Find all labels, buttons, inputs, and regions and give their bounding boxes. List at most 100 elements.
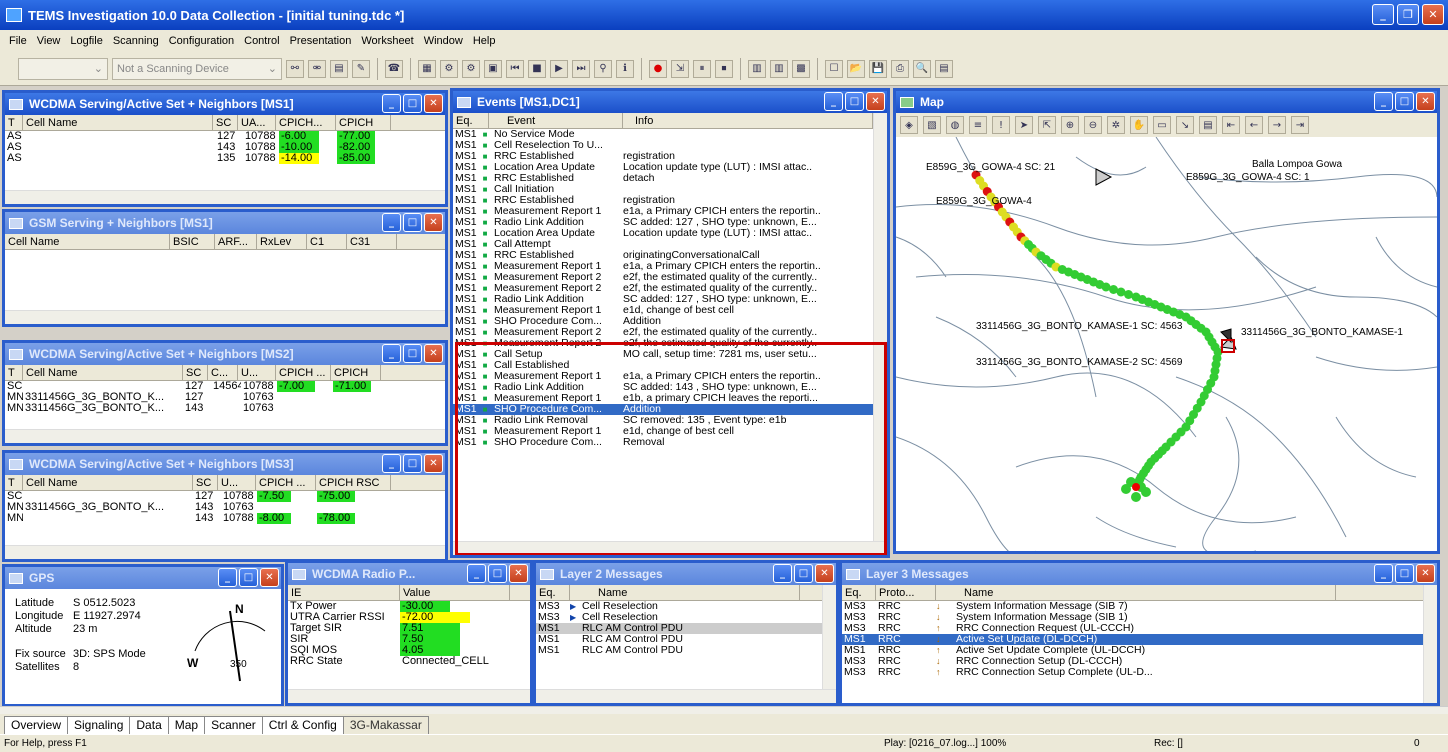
legend-icon[interactable]: ! [992, 116, 1010, 134]
table-row[interactable]: SC 127 14564 10788 -7.00 -71.00 [5, 381, 445, 392]
vertical-scrollbar[interactable] [822, 585, 836, 703]
table-row[interactable]: AS 127 10788 -6.00 -77.00 [5, 131, 445, 142]
new-icon[interactable]: ☐ [825, 59, 843, 78]
minimize-button[interactable]: _ [1372, 4, 1394, 25]
table-row[interactable]: UTRA Carrier RSSI -72.00 [288, 612, 530, 623]
column-header[interactable]: CPICH ... [256, 474, 316, 491]
event-row[interactable]: MS1 ■ RRC Established detach [453, 173, 887, 184]
column-header[interactable]: ARF... [215, 233, 257, 250]
event-row[interactable]: MS1 ■ Radio Link Addition SC added: 127 , S… [453, 217, 887, 228]
stop-icon[interactable]: ⚙ [462, 59, 480, 78]
insert-filemark-icon[interactable]: ⇲ [671, 59, 689, 78]
save-icon[interactable]: 💾 [869, 59, 887, 78]
vertical-scrollbar[interactable] [1423, 585, 1437, 703]
stop-play-icon[interactable]: ■ [528, 59, 546, 78]
print-icon[interactable]: ⎙ [891, 59, 909, 78]
event-row[interactable]: MS1 ■ Measurement Report 2 e2f, the estimat… [453, 283, 887, 294]
forward-icon[interactable]: → [1268, 116, 1286, 134]
layout-icon[interactable]: ▥ [770, 59, 788, 78]
close-button[interactable]: ✕ [424, 94, 443, 113]
column-header[interactable]: C... [208, 364, 238, 381]
list-item[interactable]: MS1 RLC AM Control PDU [536, 634, 836, 645]
close-button[interactable]: ✕ [1422, 4, 1444, 25]
column-header[interactable]: SC [183, 364, 208, 381]
maximize-button[interactable]: □ [845, 92, 864, 111]
screenshot-icon[interactable]: ▩ [792, 59, 810, 78]
map-image-icon[interactable]: ▧ [923, 116, 941, 134]
workspace-icon[interactable]: ▤ [935, 59, 953, 78]
column-header[interactable]: Name [936, 584, 1336, 601]
minimize-button[interactable]: _ [218, 568, 237, 587]
pause-record-icon[interactable]: ⏸ [693, 59, 711, 78]
maximize-button[interactable]: □ [403, 344, 422, 363]
column-header[interactable]: Value [400, 584, 510, 601]
map-canvas[interactable]: E859G_3G_GOWA-4 SC: 21 Balla Lompoa Gowa… [896, 137, 1437, 551]
close-button[interactable]: ✕ [1416, 92, 1435, 111]
pointer-icon[interactable]: ➤ [1015, 116, 1033, 134]
layer-icon[interactable]: ◈ [900, 116, 918, 134]
horizontal-scrollbar[interactable] [5, 310, 445, 324]
table-row[interactable]: MN 3311456G_3G_BONTO_K... 143 10763 [5, 502, 445, 513]
column-header[interactable]: Eq. [453, 112, 489, 129]
minimize-button[interactable]: _ [382, 454, 401, 473]
first-icon[interactable]: ⇤ [1222, 116, 1240, 134]
tab-overview[interactable]: Overview [4, 716, 69, 734]
menu-configuration[interactable]: Configuration [164, 35, 239, 47]
rewind-icon[interactable]: ⏮ [506, 59, 524, 78]
workspace-scrollbar[interactable] [0, 706, 1448, 714]
column-header[interactable]: U... [238, 364, 276, 381]
stop-record-icon[interactable]: ⏹ [715, 59, 733, 78]
pan-icon[interactable]: ✋ [1130, 116, 1148, 134]
table-row[interactable]: MN 3311456G_3G_BONTO_K... 127 10763 [5, 392, 445, 403]
column-header[interactable]: SC [193, 474, 218, 491]
zoom-extent-icon[interactable]: ✲ [1107, 116, 1125, 134]
event-row[interactable]: MS1 ■ Measurement Report 2 e2f, the estimat… [453, 272, 887, 283]
column-header[interactable]: Proto... [876, 584, 936, 601]
close-button[interactable]: ✕ [424, 213, 443, 232]
maximize-button[interactable]: □ [403, 213, 422, 232]
maximize-button[interactable]: □ [1395, 564, 1414, 583]
table-row[interactable]: MN 3311456G_3G_BONTO_K... 143 10763 [5, 403, 445, 414]
list-item[interactable]: MS3 RRC ↑ RRC Connection Request (UL-CCCH) [842, 623, 1437, 634]
menu-presentation[interactable]: Presentation [285, 35, 357, 47]
tab-map[interactable]: Map [167, 716, 206, 734]
event-row[interactable]: MS1 ■ Call Attempt [453, 239, 887, 250]
theme-icon[interactable]: ≡ [969, 116, 987, 134]
list-item[interactable]: MS1 RLC AM Control PDU [536, 645, 836, 656]
column-header[interactable]: Eq. [536, 584, 570, 601]
event-row[interactable]: MS1 ■ Measurement Report 1 e1a, a Primary C… [453, 206, 887, 217]
column-header[interactable]: CPICH [336, 114, 391, 131]
back-icon[interactable]: ← [1245, 116, 1263, 134]
horizontal-scrollbar[interactable] [5, 190, 445, 204]
close-button[interactable]: ✕ [260, 568, 279, 587]
column-header[interactable]: CPICH [331, 364, 381, 381]
equipment-combo[interactable]: ⌄ [18, 57, 108, 80]
horizontal-scrollbar[interactable] [288, 689, 530, 703]
event-row[interactable]: MS1 ■ Location Area Update Location update … [453, 162, 887, 173]
menu-logfile[interactable]: Logfile [65, 35, 107, 47]
minimize-button[interactable]: _ [382, 344, 401, 363]
menu-worksheet[interactable]: Worksheet [356, 35, 418, 47]
close-button[interactable]: ✕ [815, 564, 834, 583]
disconnect-icon[interactable]: ⚮ [308, 59, 326, 78]
minimize-button[interactable]: _ [824, 92, 843, 111]
column-header[interactable]: C31 [347, 233, 397, 250]
event-row[interactable]: MS1 ■ RRC Established registration [453, 151, 887, 162]
column-header[interactable]: T [5, 114, 23, 131]
panel-icon[interactable]: ▥ [748, 59, 766, 78]
play-icon[interactable]: ▶ [550, 59, 568, 78]
record-icon[interactable]: ● [649, 59, 667, 78]
close-button[interactable]: ✕ [866, 92, 885, 111]
list-item[interactable]: MS3 RRC ↑ RRC Connection Setup Complete (UL… [842, 667, 1437, 678]
maximize-button[interactable]: □ [794, 564, 813, 583]
tab-signaling[interactable]: Signaling [67, 716, 131, 734]
list-item[interactable]: MS3 RRC ↓ System Information Message (SIB 1… [842, 612, 1437, 623]
table-row[interactable]: Target SIR 7.51 [288, 623, 530, 634]
event-row[interactable]: MS1 ■ Measurement Report 1 e1d, change of b… [453, 305, 887, 316]
menu-control[interactable]: Control [239, 35, 284, 47]
table-row[interactable]: SIR 7.50 [288, 634, 530, 645]
print-preview-icon[interactable]: 🔍 [913, 59, 931, 78]
horizontal-scrollbar[interactable] [5, 545, 445, 559]
horizontal-scrollbar[interactable] [536, 689, 836, 703]
column-header[interactable]: UA... [238, 114, 276, 131]
